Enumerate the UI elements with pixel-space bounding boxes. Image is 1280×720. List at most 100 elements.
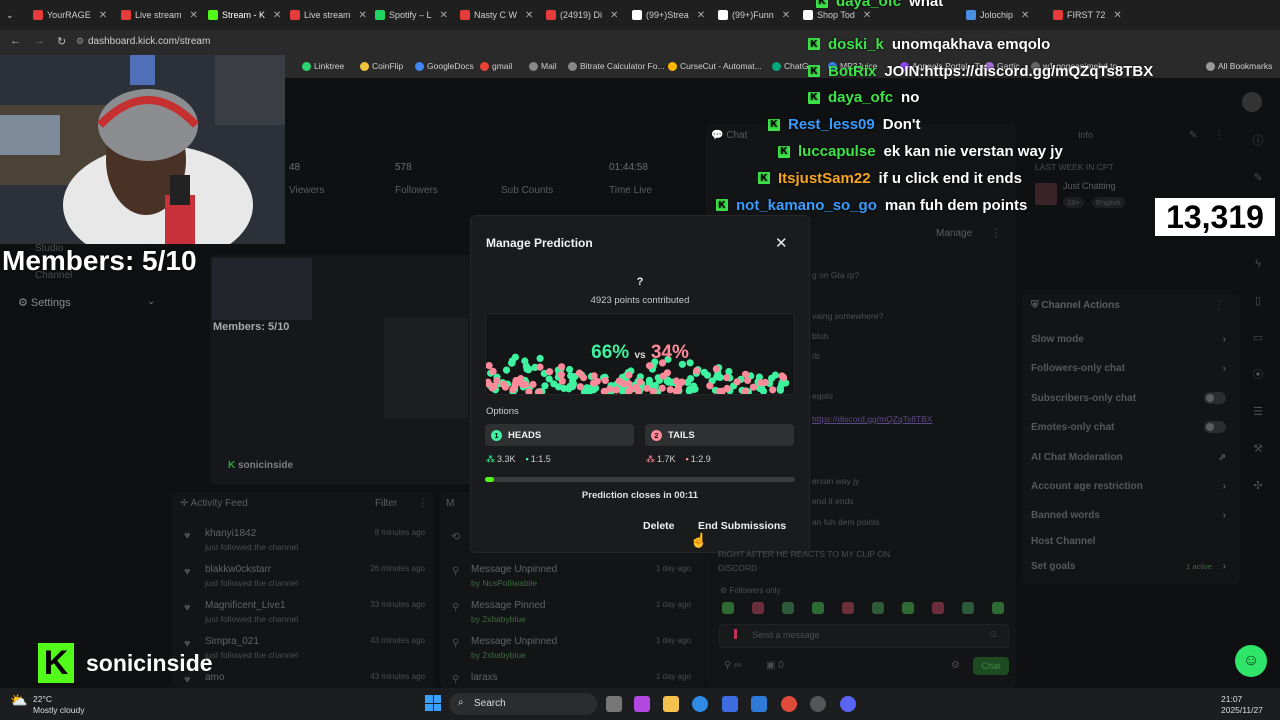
pencil-icon[interactable]: ✎	[1248, 168, 1268, 188]
site-info-icon[interactable]: ⚙	[76, 36, 84, 47]
taskbar-search[interactable]	[449, 693, 597, 715]
edge-icon[interactable]	[692, 696, 708, 712]
browser-tab[interactable]: Jolochip ✕	[966, 5, 1046, 25]
chrome-icon[interactable]	[781, 696, 797, 712]
bookmark-item[interactable]: GoogleDocs	[415, 61, 474, 71]
weather-temp[interactable]: 22°C	[33, 694, 52, 704]
bookmark-item[interactable]: ChatG	[772, 61, 809, 71]
emote-icon[interactable]	[872, 602, 884, 614]
toggle-switch[interactable]	[1204, 421, 1226, 433]
reload-icon[interactable]: ↻	[57, 35, 66, 48]
close-tab-icon[interactable]: ✕	[359, 10, 367, 21]
browser-tab[interactable]: Spotify – L ✕	[375, 5, 455, 25]
bookmark-item[interactable]: All Bookmarks	[1206, 61, 1272, 71]
browser-tab[interactable]: (24919) Di ✕	[546, 5, 626, 25]
bolt-icon[interactable]: ϟ	[1248, 254, 1268, 274]
emote-icon[interactable]	[722, 602, 734, 614]
close-tab-icon[interactable]: ✕	[99, 10, 107, 21]
list-icon[interactable]: ☰	[1248, 402, 1268, 422]
app-icon[interactable]	[634, 696, 650, 712]
mod-log-tab[interactable]: M	[446, 498, 454, 509]
emote-icon[interactable]	[842, 602, 854, 614]
close-tab-icon[interactable]: ✕	[1113, 10, 1121, 21]
clock-date[interactable]: 2025/11/27	[1221, 705, 1263, 715]
chevron-down-icon[interactable]: ⌄	[147, 296, 155, 307]
avatar[interactable]	[1242, 92, 1262, 112]
obs-icon[interactable]	[810, 696, 826, 712]
browser-tab[interactable]: Live stream ✕	[121, 5, 201, 25]
end-submissions-button[interactable]: End Submissions	[698, 520, 786, 532]
browser-tab[interactable]: FIRST 72 ✕	[1053, 5, 1133, 25]
close-tab-icon[interactable]: ✕	[525, 10, 533, 21]
browser-tab[interactable]: (99+)Funn ✕	[718, 5, 798, 25]
chat-settings-icon[interactable]: ⚙	[951, 660, 960, 671]
channel-action-item[interactable]: Emotes-only chat	[1031, 421, 1226, 433]
browser-tab[interactable]: (99+)Strea ✕	[632, 5, 712, 25]
channel-action-item[interactable]: Banned words ›	[1031, 510, 1226, 521]
emote-icon[interactable]	[752, 602, 764, 614]
emote-icon[interactable]	[962, 602, 974, 614]
emote-row[interactable]	[720, 602, 1010, 616]
emote-icon[interactable]	[992, 602, 1004, 614]
puzzle-icon[interactable]: ✣	[1248, 476, 1268, 496]
bookmark-item[interactable]: Bitrate Calculator Fo...	[568, 61, 665, 71]
tab-list-button[interactable]: ⌄	[6, 5, 14, 25]
option-tails[interactable]: 2 TAILS	[645, 424, 794, 446]
browser-tab[interactable]: Live stream ✕	[290, 5, 370, 25]
channel-action-item[interactable]: Account age restriction ›	[1031, 481, 1226, 492]
channel-action-item[interactable]: Set goals › 1 active	[1031, 561, 1226, 572]
channel-action-item[interactable]: Followers-only chat ›	[1031, 363, 1226, 374]
emote-icon[interactable]	[782, 602, 794, 614]
manage-button[interactable]: Manage	[936, 228, 972, 239]
comment-icon[interactable]: ▭	[1248, 328, 1268, 348]
close-tab-icon[interactable]: ✕	[1021, 10, 1029, 21]
windows-start-icon[interactable]	[425, 695, 441, 711]
back-icon[interactable]: ←	[10, 35, 21, 47]
channel-action-item[interactable]: Subscribers-only chat	[1031, 392, 1226, 404]
document-icon[interactable]: ▯	[1248, 291, 1268, 311]
close-tab-icon[interactable]: ✕	[273, 10, 281, 21]
chat-send-button[interactable]: Chat	[973, 657, 1009, 675]
url-field[interactable]: dashboard.kick.com/stream	[88, 36, 210, 47]
close-tab-icon[interactable]: ✕	[190, 10, 198, 21]
info-icon[interactable]: ⓘ	[1248, 131, 1268, 151]
forward-icon[interactable]: →	[34, 35, 45, 47]
file-explorer-icon[interactable]	[663, 696, 679, 712]
emote-icon[interactable]	[902, 602, 914, 614]
activity-filter-button[interactable]: Filter	[375, 498, 397, 509]
bookmark-item[interactable]: gmail	[480, 61, 512, 71]
task-view-icon[interactable]	[606, 696, 622, 712]
channel-action-item[interactable]: Slow mode ›	[1031, 334, 1226, 345]
chat-more-icon[interactable]: ⋮	[991, 228, 1001, 239]
browser-tab[interactable]: Nasty C W ✕	[460, 5, 540, 25]
more-icon[interactable]: ⋮	[418, 498, 428, 509]
browser-tab[interactable]: YourRAGE ✕	[33, 5, 113, 25]
toggle-switch[interactable]	[1204, 392, 1226, 404]
channel-action-item[interactable]: Host Channel	[1031, 536, 1226, 547]
close-tab-icon[interactable]: ✕	[697, 10, 705, 21]
delete-button[interactable]: Delete	[643, 520, 675, 532]
store-icon[interactable]	[722, 696, 738, 712]
close-tab-icon[interactable]: ✕	[863, 10, 871, 21]
nav-settings[interactable]: ⚙ Settings	[18, 296, 71, 309]
close-tab-icon[interactable]: ✕	[440, 10, 448, 21]
bookmark-item[interactable]: Mail	[529, 61, 557, 71]
expand-icon[interactable]: ✛	[180, 498, 191, 509]
close-icon[interactable]: ✕	[775, 234, 788, 252]
browser-tab[interactable]: Stream - K ✕	[208, 5, 288, 25]
bookmark-item[interactable]: CurseCut - Automat...	[668, 61, 762, 71]
option-heads[interactable]: 1 HEADS	[485, 424, 634, 446]
emote-icon[interactable]	[932, 602, 944, 614]
signal-icon[interactable]: ⦿	[1248, 365, 1268, 385]
emote-icon[interactable]	[812, 602, 824, 614]
weather-text[interactable]: Mostly cloudy	[33, 705, 85, 715]
info-more-icon[interactable]: ⋮	[1214, 130, 1224, 141]
clock-time[interactable]: 21:07	[1221, 694, 1242, 704]
close-tab-icon[interactable]: ✕	[782, 10, 790, 21]
bookmark-item[interactable]: Linktree	[302, 61, 344, 71]
bookmark-item[interactable]: CoinFlip	[360, 61, 403, 71]
close-tab-icon[interactable]: ✕	[610, 10, 618, 21]
edit-icon[interactable]: ✎	[1189, 130, 1197, 141]
support-chat-icon[interactable]: ☺	[1235, 645, 1267, 677]
discord-icon[interactable]	[840, 696, 856, 712]
